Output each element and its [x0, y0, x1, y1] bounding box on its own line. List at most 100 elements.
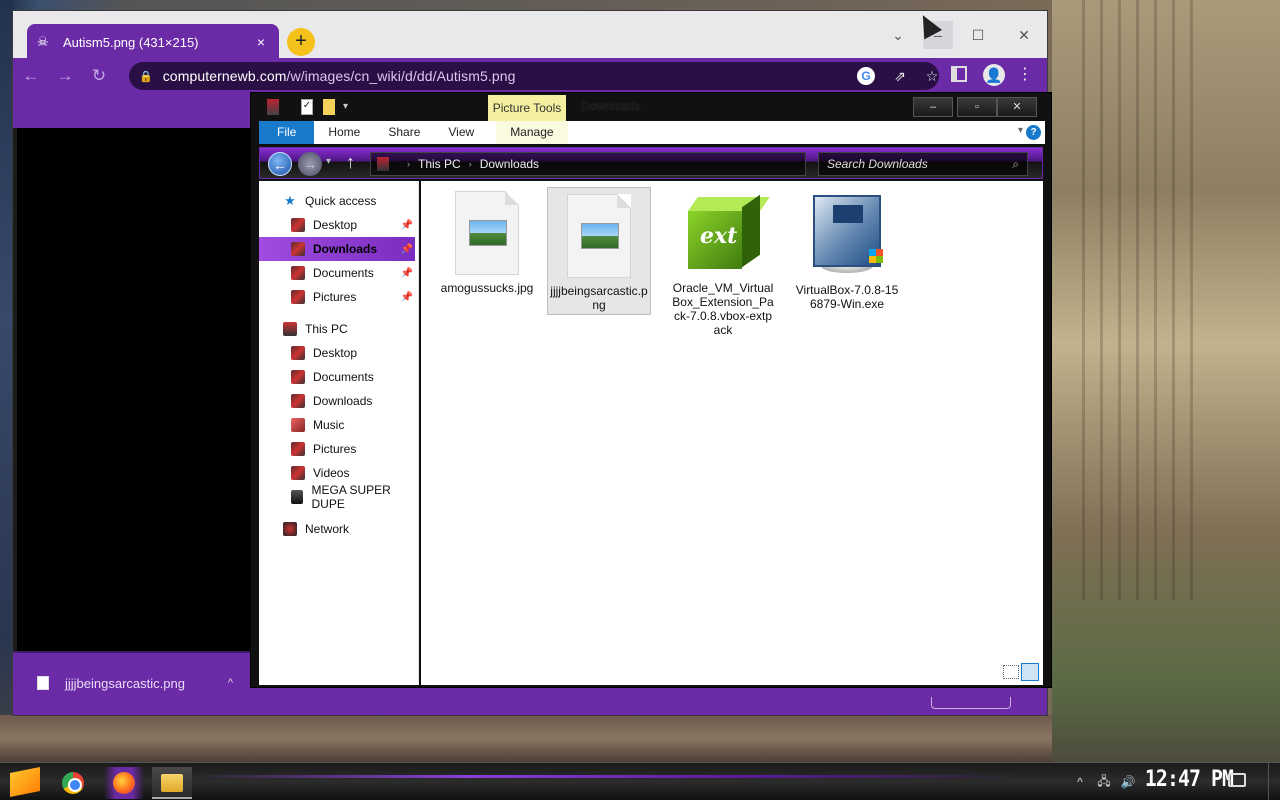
breadcrumb-separator[interactable]: › — [469, 159, 472, 169]
explorer-app-icon[interactable] — [267, 99, 279, 115]
details-view-icon[interactable] — [1003, 665, 1019, 679]
drive-icon — [291, 490, 304, 504]
navigation-pane: ★ Quick access Desktop 📌 Downloads 📌 Doc… — [259, 181, 419, 685]
browser-tab[interactable]: ☠ Autism5.png (431×215) × — [27, 24, 279, 60]
close-button[interactable]: ✕ — [997, 97, 1037, 117]
pin-icon[interactable]: 📌 — [401, 268, 413, 279]
sidebar-item-pictures[interactable]: Pictures 📌 — [259, 285, 415, 309]
file-item-extension-pack[interactable]: ext Oracle_VM_VirtualBox_Extension_Pack-… — [671, 185, 775, 337]
chevron-up-icon[interactable]: ^ — [1070, 775, 1090, 789]
tab-home[interactable]: Home — [314, 121, 374, 144]
tab-view[interactable]: View — [434, 121, 488, 144]
videos-folder-icon — [291, 466, 305, 480]
file-explorer-window: ✓ ▾ Picture Tools Downloads – ▫ ✕ File H… — [250, 92, 1052, 688]
file-name: Oracle_VM_VirtualBox_Extension_Pack-7.0.… — [672, 281, 774, 337]
sidebar-item-mega-drive[interactable]: MEGA SUPER DUPE — [259, 483, 415, 511]
file-item-virtualbox-installer[interactable]: VirtualBox-7.0.8-156879-Win.exe — [795, 185, 899, 311]
minimize-button[interactable]: – — [913, 97, 953, 117]
taskbar-firefox[interactable] — [104, 767, 144, 799]
maximize-button[interactable]: ▫ — [957, 97, 997, 117]
sidebar-item-label: Quick access — [305, 194, 377, 208]
tab-share[interactable]: Share — [374, 121, 434, 144]
sidebar-item-network[interactable]: Network — [259, 517, 415, 541]
show-all-button[interactable] — [931, 697, 1011, 709]
show-desktop-button[interactable] — [1268, 763, 1280, 800]
back-button[interactable]: ← — [15, 60, 47, 92]
breadcrumb-this-pc[interactable]: This PC — [418, 157, 461, 171]
lock-icon[interactable]: 🔒 — [139, 70, 153, 83]
tab-strip: ☠ Autism5.png (431×215) × + ⌄ – ☐ ✕ — [13, 11, 1047, 60]
clock[interactable]: 12:47 PM — [1145, 767, 1234, 792]
sidebar-item-desktop[interactable]: Desktop — [259, 341, 415, 365]
tab-search-button[interactable]: ⌄ — [883, 21, 913, 49]
reload-button[interactable]: ↻ — [83, 60, 115, 92]
sidebar-item-desktop[interactable]: Desktop 📌 — [259, 213, 415, 237]
image-viewer-background — [17, 128, 253, 653]
search-input[interactable]: Search Downloads ⌕ — [818, 152, 1028, 176]
pin-icon[interactable]: 📌 — [401, 244, 413, 255]
chevron-up-icon[interactable]: ^ — [228, 677, 233, 689]
share-icon[interactable]: ⇗ — [889, 66, 911, 86]
desktop-folder-icon — [291, 218, 305, 232]
download-item[interactable]: jjjjbeingsarcastic.png ^ — [19, 661, 245, 705]
start-icon[interactable] — [10, 767, 40, 797]
address-bar[interactable]: 🔒 computernewb.com/w/images/cn_wiki/d/dd… — [129, 62, 939, 90]
new-tab-button[interactable]: + — [287, 28, 315, 56]
explorer-titlebar: ✓ ▾ Picture Tools Downloads – ▫ ✕ — [251, 93, 1051, 121]
tab-close-icon[interactable]: × — [253, 34, 269, 50]
tab-manage[interactable]: Manage — [496, 121, 568, 144]
large-icons-view-icon[interactable] — [1021, 663, 1039, 681]
file-list: amogussucks.jpg jjjjbeingsarcastic.png e… — [421, 181, 1043, 685]
help-icon[interactable]: ? — [1026, 125, 1041, 140]
navigation-bar: ← → ▾ ↑ › This PC › Downloads Search Dow… — [259, 147, 1043, 179]
sidebar-item-quick-access[interactable]: ★ Quick access — [259, 189, 415, 213]
pin-icon[interactable]: 📌 — [401, 292, 413, 303]
properties-icon[interactable]: ✓ — [301, 99, 313, 115]
file-icon — [37, 676, 49, 690]
network-icon[interactable]: 🖧 — [1094, 772, 1114, 793]
file-item-amogussucks[interactable]: amogussucks.jpg — [435, 185, 539, 295]
sidebar-item-documents[interactable]: Documents — [259, 365, 415, 389]
sidebar-item-downloads[interactable]: Downloads 📌 — [259, 237, 415, 261]
notification-icon[interactable] — [1228, 773, 1246, 787]
sidebar-item-videos[interactable]: Videos — [259, 461, 415, 485]
file-item-jjjjbeingsarcastic[interactable]: jjjjbeingsarcastic.png — [547, 187, 651, 315]
close-button[interactable]: ✕ — [1009, 21, 1039, 49]
google-lens-icon[interactable]: G — [857, 67, 875, 85]
bookmark-star-icon[interactable]: ☆ — [921, 66, 943, 86]
profile-avatar-icon[interactable]: 👤 — [983, 64, 1005, 86]
breadcrumb-downloads[interactable]: Downloads — [480, 157, 539, 171]
side-panel-icon[interactable] — [951, 66, 967, 82]
sidebar-item-this-pc[interactable]: This PC — [259, 317, 415, 341]
breadcrumb-separator[interactable]: › — [407, 159, 410, 169]
sidebar-item-documents[interactable]: Documents 📌 — [259, 261, 415, 285]
search-icon[interactable]: ⌕ — [1012, 153, 1019, 175]
address-bar[interactable]: › This PC › Downloads — [370, 152, 806, 176]
sidebar-item-label: Desktop — [313, 218, 358, 232]
virtualbox-icon — [807, 189, 887, 277]
forward-button[interactable]: → — [298, 152, 322, 176]
volume-icon[interactable]: 🔊 — [1118, 775, 1138, 789]
forward-button[interactable]: → — [49, 60, 81, 92]
sidebar-item-label: Desktop — [313, 346, 358, 360]
chrome-menu-icon[interactable]: ⋮ — [1017, 64, 1033, 86]
taskbar-chrome[interactable] — [54, 767, 94, 799]
sidebar-item-downloads[interactable]: Downloads — [259, 389, 415, 413]
sidebar-item-label: Documents — [313, 266, 374, 280]
sidebar-item-pictures[interactable]: Pictures — [259, 437, 415, 461]
taskbar-file-explorer[interactable] — [152, 767, 192, 799]
maximize-button[interactable]: ☐ — [963, 21, 993, 49]
new-folder-icon[interactable] — [323, 99, 335, 115]
file-name: VirtualBox-7.0.8-156879-Win.exe — [795, 283, 899, 311]
up-button[interactable]: ↑ — [346, 152, 355, 173]
back-button[interactable]: ← — [268, 152, 292, 176]
taskbar-decoration — [190, 775, 1020, 778]
recent-locations-icon[interactable]: ▾ — [326, 156, 331, 167]
chevron-down-icon[interactable]: ▾ — [343, 99, 353, 115]
chevron-down-icon[interactable]: ▾ — [1018, 125, 1023, 136]
url-text: computernewb.com/w/images/cn_wiki/d/dd/A… — [163, 68, 516, 84]
tab-file[interactable]: File — [259, 121, 315, 144]
pin-icon[interactable]: 📌 — [401, 220, 413, 231]
sidebar-item-music[interactable]: Music — [259, 413, 415, 437]
sidebar-item-label: Pictures — [313, 290, 357, 304]
